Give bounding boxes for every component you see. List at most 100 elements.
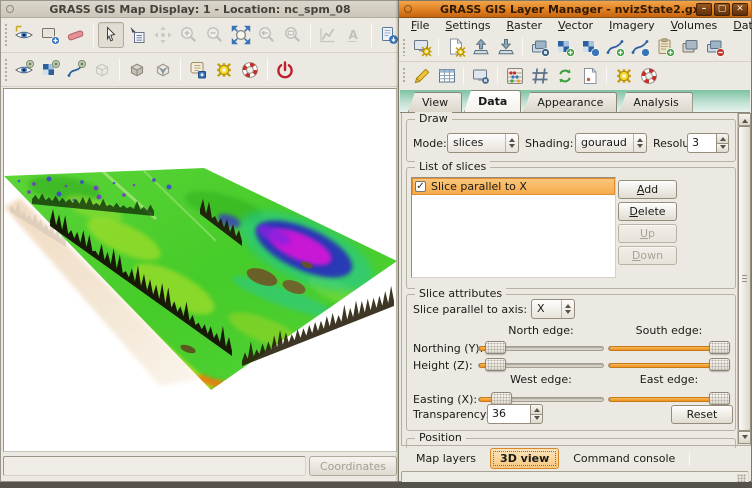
fringe-icon[interactable] xyxy=(150,57,176,83)
menu-raster[interactable]: Raster xyxy=(499,19,550,32)
map-display-icon[interactable] xyxy=(468,64,493,88)
attributes-frame: Slice attributes Slice parallel to axis:… xyxy=(406,294,736,431)
tab-analysis[interactable]: Analysis xyxy=(619,92,692,112)
window-menu-icon[interactable] xyxy=(404,5,412,13)
nviz-help-icon[interactable] xyxy=(237,57,263,83)
map-3d-toolbar xyxy=(1,53,399,87)
window-menu-icon[interactable] xyxy=(6,5,14,13)
height-second-slider[interactable] xyxy=(608,357,730,374)
slider-handle[interactable] xyxy=(485,341,506,354)
tab-appearance[interactable]: Appearance xyxy=(523,92,617,112)
slider-handle[interactable] xyxy=(709,341,730,354)
vector-icon[interactable] xyxy=(63,57,89,83)
graphical-modeler-icon[interactable] xyxy=(552,64,577,88)
statusbar-entry[interactable] xyxy=(3,456,306,476)
height-first-slider[interactable] xyxy=(478,357,604,374)
help-icon[interactable] xyxy=(636,64,661,88)
view-rotate-icon[interactable] xyxy=(11,57,37,83)
slider-handle[interactable] xyxy=(709,392,730,405)
delete-button[interactable]: Delete xyxy=(618,202,677,221)
nviz-settings-icon[interactable] xyxy=(211,57,237,83)
spin-buttons[interactable] xyxy=(716,133,729,153)
northing-second-slider[interactable] xyxy=(608,340,730,357)
toolbar-grip[interactable] xyxy=(4,23,9,47)
resolution-value[interactable]: 3 xyxy=(687,133,716,153)
tab-data[interactable]: Data xyxy=(464,90,521,112)
transparency-spin[interactable]: 36 xyxy=(487,404,543,424)
add-button[interactable]: Add xyxy=(618,180,677,199)
zoom-extent-icon[interactable] xyxy=(228,22,254,48)
georectifier-icon[interactable] xyxy=(527,64,552,88)
panel-scrollbar[interactable] xyxy=(737,113,750,445)
menu-file[interactable]: File xyxy=(403,19,437,32)
spin-buttons[interactable] xyxy=(530,404,543,424)
script-icon[interactable] xyxy=(577,64,602,88)
slider-handle[interactable] xyxy=(709,358,730,371)
menu-settings[interactable]: Settings xyxy=(437,19,498,32)
add-multiple-layers-icon[interactable] xyxy=(527,35,552,59)
remove-layer-icon[interactable] xyxy=(702,35,727,59)
slider-handle[interactable] xyxy=(485,358,506,371)
new-workspace-icon[interactable] xyxy=(443,35,468,59)
northing-first-slider[interactable] xyxy=(478,340,604,357)
save-workspace-icon[interactable] xyxy=(493,35,518,59)
open-workspace-icon[interactable] xyxy=(468,35,493,59)
toolbar-grip[interactable] xyxy=(402,38,407,56)
start-display-icon[interactable] xyxy=(409,35,434,59)
settings-icon[interactable] xyxy=(611,64,636,88)
zoom-in-icon xyxy=(176,22,202,48)
add-raster-icon[interactable] xyxy=(552,35,577,59)
resolution-spin[interactable]: 3 xyxy=(687,133,729,153)
edit-vector-icon[interactable] xyxy=(409,64,434,88)
add-overlay-icon[interactable] xyxy=(677,35,702,59)
erase-display-icon[interactable] xyxy=(63,22,89,48)
raster-calculator-icon[interactable] xyxy=(502,64,527,88)
map-display-titlebar[interactable]: GRASS GIS Map Display: 1 - Location: nc_… xyxy=(1,1,399,18)
map-3d-canvas[interactable] xyxy=(3,88,397,452)
reset-label: Reset xyxy=(687,408,718,421)
close-button[interactable]: ✕ xyxy=(732,3,748,16)
show-display-icon[interactable] xyxy=(11,22,37,48)
shading-combo[interactable]: gouraud xyxy=(575,133,647,153)
menu-vector[interactable]: Vector xyxy=(550,19,601,32)
mode-combo[interactable]: slices xyxy=(447,133,519,153)
slice-list-item[interactable]: ✓Slice parallel to X xyxy=(412,178,615,195)
add-vector-icon[interactable] xyxy=(602,35,627,59)
attribute-table-icon[interactable] xyxy=(434,64,459,88)
analyze-map-icon xyxy=(315,22,341,48)
bottom-tabbar: Map layers3D viewCommand console xyxy=(400,448,750,469)
toolbar-grip[interactable] xyxy=(402,67,407,84)
slices-listbox[interactable]: ✓Slice parallel to X xyxy=(411,177,616,278)
minimize-button[interactable]: – xyxy=(696,3,712,16)
menu-database[interactable]: Database xyxy=(725,19,752,32)
axis-combo[interactable]: X xyxy=(531,299,575,319)
toolbar-grip[interactable] xyxy=(4,58,9,81)
lighting-icon[interactable] xyxy=(124,57,150,83)
render-map-icon[interactable] xyxy=(37,22,63,48)
transparency-value[interactable]: 36 xyxy=(487,404,530,424)
add-group-icon[interactable] xyxy=(652,35,677,59)
maximize-button[interactable]: ▢ xyxy=(714,3,730,16)
workspace-toolbar xyxy=(399,33,751,62)
item-checkbox[interactable]: ✓ xyxy=(415,181,426,192)
scroll-up-icon[interactable] xyxy=(738,113,751,126)
coordinates-combo[interactable]: Coordinates xyxy=(309,456,397,476)
query-icon[interactable] xyxy=(124,22,150,48)
add-raster-misc-icon[interactable] xyxy=(577,35,602,59)
surface-icon[interactable] xyxy=(37,57,63,83)
bottom-tab-map-layers[interactable]: Map layers xyxy=(406,448,486,469)
scroll-down-icon[interactable] xyxy=(738,431,751,444)
pointer-icon[interactable] xyxy=(98,22,124,48)
reset-button[interactable]: Reset xyxy=(671,405,733,424)
bottom-tab-command-console[interactable]: Command console xyxy=(563,448,685,469)
scrollbar-thumb[interactable] xyxy=(738,126,751,431)
layer-manager-titlebar[interactable]: GRASS GIS Layer Manager - nvizState2.gxw… xyxy=(399,1,751,18)
menu-volumes[interactable]: Volumes xyxy=(663,19,726,32)
add-vector-misc-icon[interactable] xyxy=(627,35,652,59)
tab-view[interactable]: View xyxy=(408,92,462,112)
nviz-script-icon[interactable] xyxy=(185,57,211,83)
shading-label: Shading: xyxy=(525,137,573,150)
menu-imagery[interactable]: Imagery xyxy=(601,19,663,32)
quit-3d-icon[interactable] xyxy=(272,57,298,83)
bottom-tab-3d-view[interactable]: 3D view xyxy=(490,448,559,469)
